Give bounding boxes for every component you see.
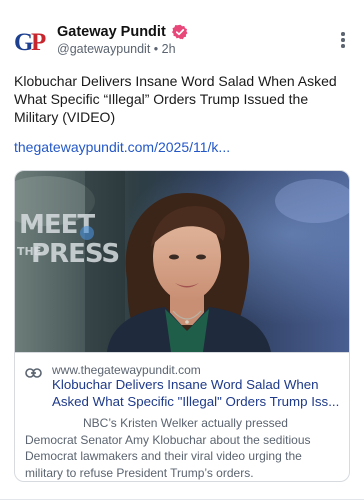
social-post: G P Gateway Pundit @gatewaypundit • 2h K… — [0, 0, 364, 500]
author-handle[interactable]: @gatewaypundit — [57, 42, 150, 56]
link-chain-icon — [25, 365, 42, 378]
card-domain: www.thegatewaypundit.com — [52, 363, 201, 377]
card-title-line-1: Klobuchar Delivers Insane Word Salad Whe… — [52, 377, 319, 392]
author-row: Gateway Pundit — [57, 24, 188, 40]
post-text: Klobuchar Delivers Insane Word Salad Whe… — [14, 73, 337, 125]
gateway-pundit-logo: G P — [14, 29, 46, 56]
card-description: NBC’s Kristen Welker actually pressed De… — [25, 416, 311, 480]
svg-text:P: P — [31, 29, 46, 56]
verified-badge-icon — [171, 24, 188, 40]
separator-dot: • — [153, 42, 159, 56]
svg-text:PRESS: PRESS — [31, 239, 119, 269]
card-body[interactable]: www.thegatewaypundit.com Klobuchar Deliv… — [15, 352, 349, 481]
svg-text:THE: THE — [17, 245, 41, 258]
avatar[interactable]: G P — [14, 26, 46, 56]
preview-thumbnail[interactable]: MEET PRESS THE — [15, 171, 349, 352]
link-preview-card[interactable]: MEET PRESS THE www.thegatewaypundit.com … — [14, 170, 350, 482]
post-time[interactable]: 2h — [162, 42, 176, 56]
more-vertical-icon[interactable] — [340, 32, 346, 50]
card-title-line-2: Asked What Specific "Illegal" Orders Tru… — [52, 394, 340, 409]
author-name[interactable]: Gateway Pundit — [57, 24, 166, 40]
handle-line: @gatewaypundit • 2h — [57, 42, 176, 56]
post-link[interactable]: thegatewaypundit.com/2025/11/k... — [14, 139, 230, 155]
card-title[interactable]: Klobuchar Delivers Insane Word Salad Whe… — [52, 376, 344, 410]
